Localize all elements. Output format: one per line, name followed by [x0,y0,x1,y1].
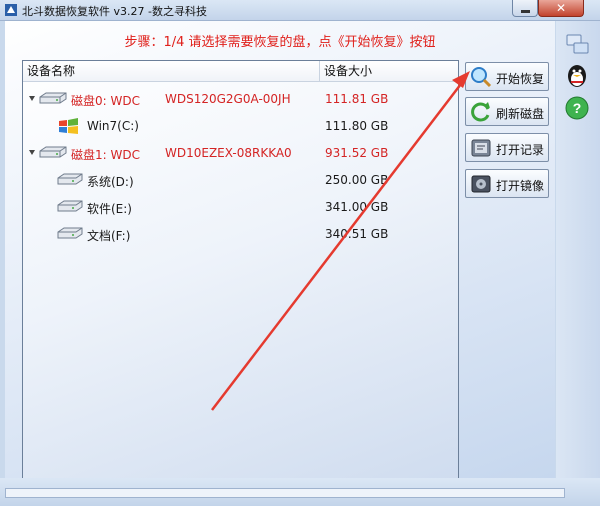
drive-icon [57,227,83,239]
svg-text:?: ? [573,100,582,116]
device-model: WDS120G2G0A-00JH [165,92,291,106]
device-name: 磁盘0: WDC [71,94,140,108]
device-size: 111.81 GB [325,92,389,106]
partition-size: 111.80 GB [325,119,389,133]
device-list[interactable]: 设备名称 设备大小 磁盘0: WDC WDS120G2G0A-00JH 111.… [22,60,459,484]
open-record-button[interactable]: 打开记录 [465,133,549,162]
open-image-label: 打开镜像 [496,179,545,193]
device-model: WD10EZEX-08RKKA0 [165,146,292,160]
qq-penguin-icon[interactable] [564,63,590,89]
device-name: 磁盘1: WDC [71,148,140,162]
open-record-label: 打开记录 [496,143,545,157]
minimize-button[interactable] [512,0,538,17]
close-button[interactable]: ✕ [538,0,584,17]
minimize-icon [520,9,530,13]
hard-disk-icon [39,92,67,104]
close-icon: ✕ [555,1,567,15]
right-toolbar: ? [556,21,600,478]
device-size: 931.52 GB [325,146,389,160]
step-instruction: 步骤：1/4 请选择需要恢复的盘，点《开始恢复》按钮 [124,35,436,50]
start-recovery-button[interactable]: 开始恢复 [465,62,549,91]
refresh-disks-label: 刷新磁盘 [496,107,545,121]
disk-image-icon [471,175,491,193]
horizontal-scrollbar[interactable] [5,488,565,498]
refresh-disks-button[interactable]: 刷新磁盘 [465,97,549,126]
partition-size: 341.00 GB [325,200,389,214]
expand-arrow-icon[interactable] [29,150,35,155]
open-image-button[interactable]: 打开镜像 [465,169,549,198]
partition-name: 软件(E:) [87,202,132,216]
device-row-system-d[interactable]: 系统(D:) 250.00 GB [23,169,458,191]
partition-size: 250.00 GB [325,173,389,187]
column-header-device-size[interactable]: 设备大小 [320,61,458,82]
magnifier-icon [471,67,492,88]
device-row-documents-f[interactable]: 文档(F:) 340.51 GB [23,223,458,245]
device-row-disk1[interactable]: 磁盘1: WDC WD10EZEX-08RKKA0 931.52 GB [23,142,458,164]
partition-name: Win7(C:) [87,119,139,133]
drive-icon [57,200,83,212]
hard-disk-icon [39,146,67,158]
network-icon[interactable] [564,33,590,55]
device-row-software-e[interactable]: 软件(E:) 341.00 GB [23,196,458,218]
refresh-icon [471,102,490,122]
record-icon [471,139,491,157]
expand-arrow-icon[interactable] [29,96,35,101]
windows-logo-icon [59,118,78,134]
app-logo-icon [5,4,17,16]
partition-name: 文档(F:) [87,229,131,243]
column-header-device-name[interactable]: 设备名称 [23,61,320,82]
main-area: 步骤：1/4 请选择需要恢复的盘，点《开始恢复》按钮 设备名称 设备大小 磁盘0… [5,21,555,484]
window-title: 北斗数据恢复软件 v3.27 -数之寻科技 [22,5,207,18]
drive-icon [57,173,83,185]
help-icon[interactable]: ? [564,95,590,121]
device-row-disk0[interactable]: 磁盘0: WDC WDS120G2G0A-00JH 111.81 GB [23,88,458,110]
start-recovery-label: 开始恢复 [496,72,545,86]
partition-name: 系统(D:) [87,175,134,189]
partition-size: 340.51 GB [325,227,389,241]
device-row-win7-c[interactable]: Win7(C:) 111.80 GB [23,115,458,137]
title-bar: 北斗数据恢复软件 v3.27 -数之寻科技 ✕ [0,0,600,21]
